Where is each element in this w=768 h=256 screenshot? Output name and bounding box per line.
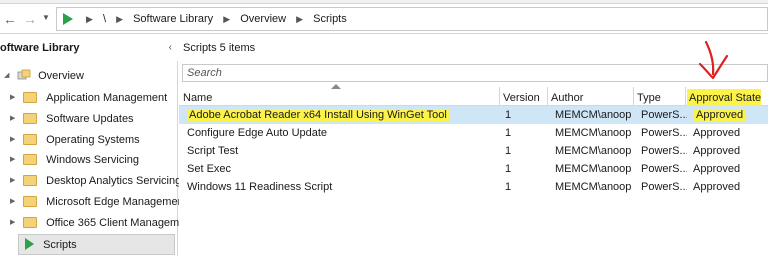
collapsed-arrow-icon[interactable]: ▶ xyxy=(10,88,20,108)
cell-type: PowerS... xyxy=(641,109,687,121)
cell-version: 1 xyxy=(505,163,512,175)
crumb-separator-icon: ▶ xyxy=(86,14,93,24)
history-dropdown-icon[interactable]: ▼ xyxy=(42,13,50,22)
crumb-separator-icon: ▶ xyxy=(223,14,231,24)
navigation-pane: oftware Library ‹ ◢ Overview ▶ Applicati… xyxy=(0,35,189,256)
folder-icon xyxy=(23,216,38,228)
column-divider[interactable] xyxy=(685,87,686,106)
tree-label: Software Updates xyxy=(46,113,134,125)
column-header-type[interactable]: Type xyxy=(633,83,685,106)
tree-label: Application Management xyxy=(46,92,168,104)
tree-item-scripts[interactable]: Scripts xyxy=(18,234,175,255)
cell-approval-state: Approved xyxy=(693,127,741,139)
cell-version: 1 xyxy=(505,127,512,139)
crumb-separator-icon: ▶ xyxy=(116,14,124,24)
cell-author: MEMCM\anoop xyxy=(555,145,632,157)
table-row[interactable]: Adobe Acrobat Reader x64 Install Using W… xyxy=(179,106,768,124)
cell-type: PowerS... xyxy=(641,181,687,193)
table-row[interactable]: Set Exec 1 MEMCM\anoop PowerS... Approve… xyxy=(179,160,768,178)
column-header-approval-state[interactable]: Approval State xyxy=(687,89,761,106)
cell-approval-state: Approved xyxy=(693,163,741,175)
cell-approval-state: Approved xyxy=(689,106,763,124)
collapsed-arrow-icon[interactable]: ▶ xyxy=(10,213,20,233)
tree-item-windows-servicing[interactable]: ▶ Windows Servicing xyxy=(10,150,139,170)
tree-label: Scripts xyxy=(43,239,77,251)
cell-name: Set Exec xyxy=(187,163,232,175)
tree-label: Operating Systems xyxy=(46,134,140,146)
tree-label: Microsoft Edge Management xyxy=(46,196,187,208)
cell-name: Configure Edge Auto Update xyxy=(187,127,328,139)
back-arrow-icon[interactable]: ← xyxy=(2,11,18,27)
collapsed-arrow-icon[interactable]: ▶ xyxy=(10,150,20,170)
column-header-version[interactable]: Version xyxy=(499,83,547,106)
folder-icon xyxy=(23,133,38,145)
table-row[interactable]: Script Test 1 MEMCM\anoop PowerS... Appr… xyxy=(179,142,768,160)
crumb-root[interactable]: \ xyxy=(103,13,106,25)
cell-author: MEMCM\anoop xyxy=(555,109,632,121)
scripts-play-icon xyxy=(25,238,34,251)
tree-label: Office 365 Client Managemer xyxy=(46,217,189,229)
cell-name: Script Test xyxy=(187,145,239,157)
collapse-pane-icon[interactable]: ‹ xyxy=(169,42,172,53)
cell-type: PowerS... xyxy=(641,145,687,157)
cell-author: MEMCM\anoop xyxy=(555,163,632,175)
search-input[interactable] xyxy=(183,65,767,81)
column-header-author[interactable]: Author xyxy=(547,83,633,106)
tree-label: Overview xyxy=(38,70,84,82)
highlighted-approval: Approved xyxy=(693,109,747,121)
cell-approval-state: Approved xyxy=(693,145,741,157)
forward-arrow-icon[interactable]: → xyxy=(22,11,38,27)
tree-item-desktop-analytics-servicing[interactable]: ▶ Desktop Analytics Servicing xyxy=(10,171,181,191)
tree-item-operating-systems[interactable]: ▶ Operating Systems xyxy=(10,130,140,150)
tree-item-application-management[interactable]: ▶ Application Management xyxy=(10,88,167,108)
highlighted-name: Adobe Acrobat Reader x64 Install Using W… xyxy=(187,109,449,121)
crumb-separator-icon: ▶ xyxy=(296,14,304,24)
cell-name: Windows 11 Readiness Script xyxy=(187,181,333,193)
cell-approval-state: Approved xyxy=(693,181,741,193)
console-play-icon xyxy=(63,13,73,25)
address-bar: ← → ▼ ▶ \ ▶ Software Library ▶ Overview … xyxy=(0,4,768,34)
folder-icon xyxy=(23,112,38,124)
cell-version: 1 xyxy=(505,109,512,121)
table-row[interactable]: Configure Edge Auto Update 1 MEMCM\anoop… xyxy=(179,124,768,142)
tree-item-office-365-client-management[interactable]: ▶ Office 365 Client Managemer xyxy=(10,213,189,233)
cell-version: 1 xyxy=(505,181,512,193)
pane-title: Scripts 5 items xyxy=(183,42,256,54)
crumb-scripts[interactable]: Scripts xyxy=(313,13,347,25)
collapsed-arrow-icon[interactable]: ▶ xyxy=(10,192,20,212)
tree-item-microsoft-edge-management[interactable]: ▶ Microsoft Edge Management xyxy=(10,192,187,212)
content-pane: Scripts 5 items Name Version Author Type… xyxy=(179,35,768,256)
folder-icon xyxy=(23,195,38,207)
cell-type: PowerS... xyxy=(641,127,687,139)
crumb-software-library[interactable]: Software Library xyxy=(133,13,213,25)
folder-icon xyxy=(23,153,38,165)
search-field[interactable] xyxy=(182,64,768,82)
tree-item-software-updates[interactable]: ▶ Software Updates xyxy=(10,109,134,129)
table-header: Name Version Author Type Approval State xyxy=(179,83,768,106)
scripts-table: Name Version Author Type Approval State … xyxy=(179,83,768,196)
crumb-overview[interactable]: Overview xyxy=(240,13,286,25)
cell-type: PowerS... xyxy=(641,163,687,175)
collapsed-arrow-icon[interactable]: ▶ xyxy=(10,109,20,129)
collapsed-arrow-icon[interactable]: ▶ xyxy=(10,130,20,150)
tree-item-overview[interactable]: ◢ Overview xyxy=(4,66,84,86)
column-header-name[interactable]: Name xyxy=(179,83,497,106)
overview-icon xyxy=(17,69,31,80)
cell-version: 1 xyxy=(505,145,512,157)
tree-label: Windows Servicing xyxy=(46,154,140,166)
folder-icon xyxy=(23,174,38,186)
cell-author: MEMCM\anoop xyxy=(555,127,632,139)
nav-header: oftware Library ‹ xyxy=(0,35,178,61)
expanded-arrow-icon[interactable]: ◢ xyxy=(4,66,14,86)
collapsed-arrow-icon[interactable]: ▶ xyxy=(10,171,20,191)
breadcrumb[interactable]: ▶ \ ▶ Software Library ▶ Overview ▶ Scri… xyxy=(56,7,768,31)
table-row[interactable]: Windows 11 Readiness Script 1 MEMCM\anoo… xyxy=(179,178,768,196)
cell-author: MEMCM\anoop xyxy=(555,181,632,193)
nav-title: oftware Library xyxy=(0,42,80,54)
cell-name: Adobe Acrobat Reader x64 Install Using W… xyxy=(183,106,493,124)
folder-icon xyxy=(23,91,38,103)
tree-label: Desktop Analytics Servicing xyxy=(46,175,182,187)
